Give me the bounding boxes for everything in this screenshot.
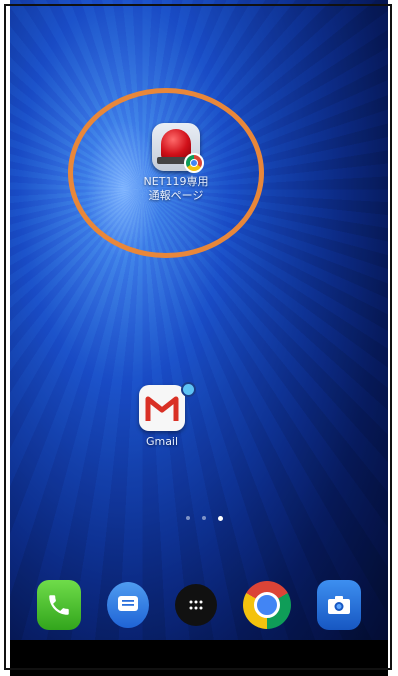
screenshot-frame: [4, 4, 392, 670]
